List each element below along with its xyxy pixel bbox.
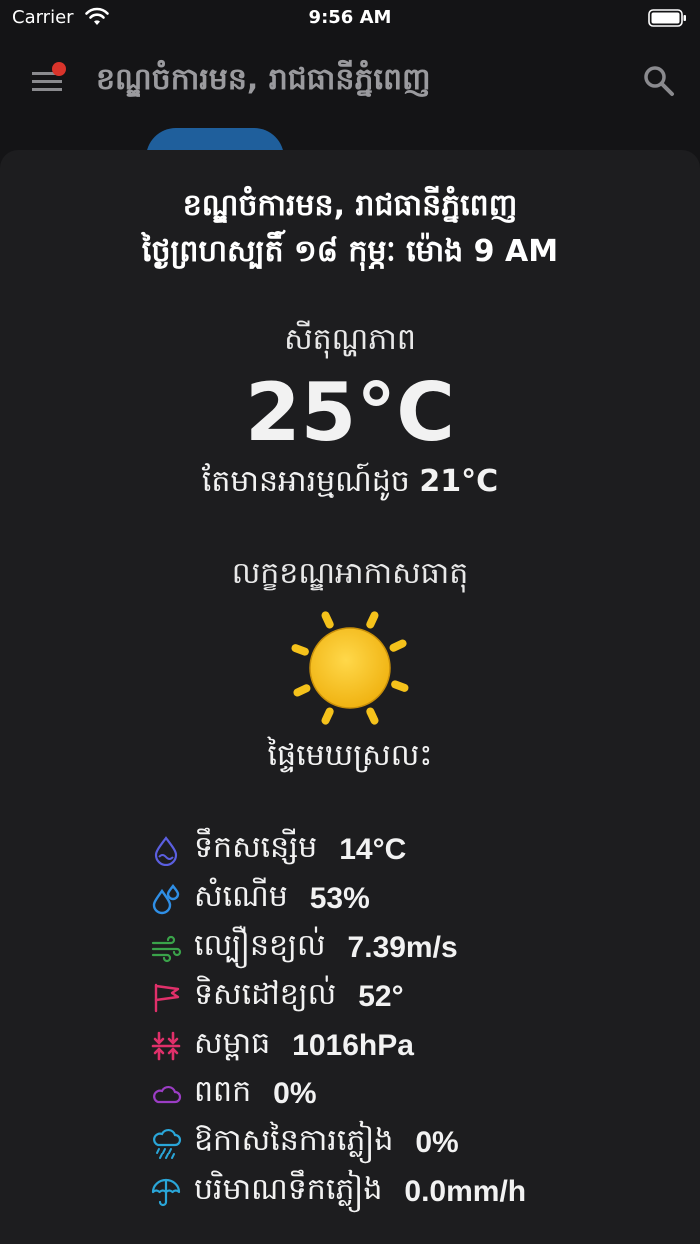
battery-icon (648, 8, 688, 33)
wind-speed-value: 7.39m/s (347, 930, 458, 964)
umbrella-icon (151, 1178, 181, 1206)
dew-point-icon (154, 836, 178, 867)
temperature-label: សីតុណ្ហភាព (284, 322, 416, 357)
detail-row-rain-chance: ឱកាសនៃការភ្លៀង 0% (150, 1119, 670, 1168)
humidity-value: 53% (309, 882, 370, 916)
rain-chance-value: 0% (415, 1126, 459, 1160)
dew-point-value: 14°C (339, 833, 407, 867)
condition-text: ផ្ទៃមេឃស្រលះ (267, 738, 433, 773)
detail-row-humidity: សំណើម 53% (150, 875, 670, 924)
detail-row-dew-point: ទឹកសន្សើម 14°C (150, 826, 670, 875)
temperature-value: 25°C (244, 366, 456, 459)
precipitation-value: 0.0mm/h (404, 1174, 527, 1208)
wind-direction-icon (154, 983, 180, 1012)
feels-like-row: តែមានអារម្មណ៍ដូច 21°C (0, 462, 700, 506)
rain-chance-icon (153, 1129, 182, 1160)
notification-dot (52, 62, 66, 76)
app-bar: ខណ្ឌចំការមន, រាជធានីភ្នំពេញ (0, 48, 700, 114)
pressure-value: 1016hPa (292, 1028, 414, 1062)
status-bar: Carrier 9:56 AM (0, 0, 700, 36)
forecast-detail-sheet: ខណ្ឌចំការមន, រាជធានីភ្នំពេញ ថ្ងៃព្រហស្បត… (0, 150, 700, 1244)
forecast-date: ថ្ងៃព្រហស្បតិ៍ ១៨ កុម្ភៈ ម៉ោង 9 AM (141, 234, 559, 269)
cloud-value: 0% (273, 1077, 317, 1111)
pressure-icon (151, 1031, 181, 1060)
feels-like-value: 21°C (419, 464, 499, 499)
detail-row-pressure: សម្ពាធ 1016hPa (150, 1021, 670, 1070)
wind-direction-value: 52° (358, 979, 404, 1013)
pressure-label: សម្ពាធ (194, 1025, 271, 1061)
weather-details-list: ទឹកសន្សើម 14°C សំណើម 53% ល្បឿនខ្យល់ 7.39… (150, 826, 670, 1216)
detail-row-wind-speed: ល្បឿនខ្យល់ 7.39m/s (150, 924, 670, 973)
clock: 9:56 AM (308, 7, 392, 28)
condition-label: លក្ខខណ្ឌអាកាសធាតុ (231, 556, 469, 591)
search-icon (644, 66, 674, 96)
dew-point-label: ទឹកសន្សើម (194, 830, 318, 866)
wind-speed-label: ល្បឿនខ្យល់ (194, 927, 326, 963)
rain-chance-label: ឱកាសនៃការភ្លៀង (194, 1123, 394, 1159)
humidity-label: សំណើម (194, 879, 288, 915)
cloud-label: ពពក (194, 1074, 252, 1110)
detail-row-cloud: ពពក 0% (150, 1070, 670, 1119)
wind-direction-label: ទិសដៅខ្យល់ (194, 976, 337, 1012)
feels-like-label: តែមានអារម្មណ៍ដូច (201, 464, 410, 499)
detail-row-wind-direction: ទិសដៅខ្យល់ 52° (150, 972, 670, 1021)
app-title: ខណ្ឌចំការមន, រាជធានីភ្នំពេញ (96, 62, 431, 97)
wind-speed-icon (151, 935, 182, 963)
precipitation-label: បរិមាណទឹកភ្លៀង (194, 1171, 383, 1207)
location-title: ខណ្ឌចំការមន, រាជធានីភ្នំពេញ (182, 188, 518, 223)
cloud-icon (153, 1086, 182, 1104)
detail-row-precipitation: បរិមាណទឹកភ្លៀង 0.0mm/h (150, 1168, 670, 1217)
humidity-icon (152, 884, 180, 915)
search-button[interactable] (642, 64, 676, 98)
sun-icon (286, 604, 414, 732)
